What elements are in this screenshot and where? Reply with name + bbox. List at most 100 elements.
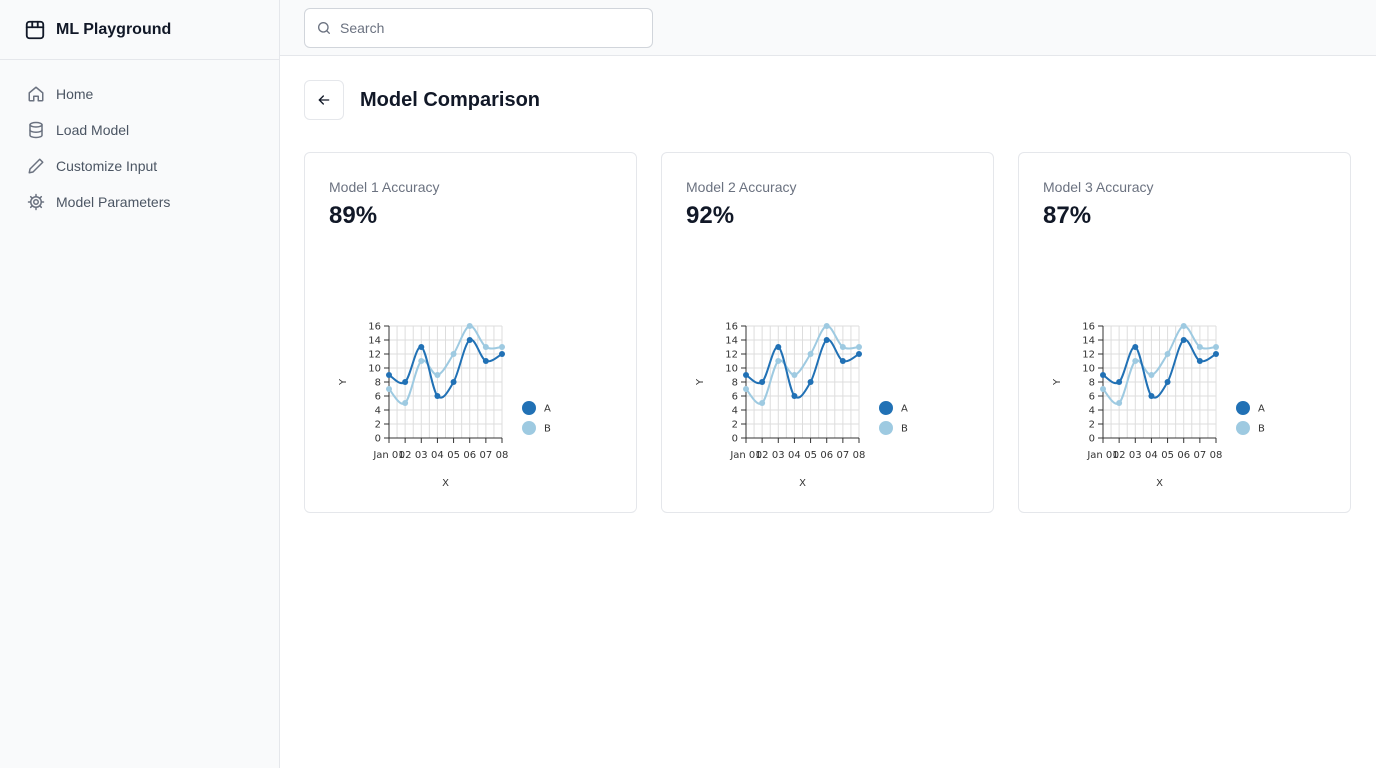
sidebar-item-home[interactable]: Home: [0, 76, 279, 112]
x-tick-label: 07: [479, 450, 492, 461]
back-button[interactable]: [304, 80, 344, 120]
x-tick-label: 06: [463, 450, 476, 461]
search-box[interactable]: [304, 8, 653, 48]
sidebar-item-customize-input[interactable]: Customize Input: [0, 148, 279, 184]
data-point-B: [1116, 400, 1123, 406]
card-label: Model 3 Accuracy: [1043, 179, 1154, 195]
sidebar-item-label: Load Model: [56, 122, 130, 138]
data-point-B: [402, 400, 409, 406]
y-tick-label: 4: [375, 406, 381, 417]
card-value: 87%: [1043, 202, 1092, 229]
data-point-B: [823, 323, 830, 329]
database-icon: [27, 121, 45, 139]
y-axis-label: Y: [695, 378, 706, 386]
data-point-A: [1180, 337, 1187, 343]
legend-swatch-A: [1236, 401, 1250, 415]
data-point-B: [434, 372, 441, 378]
data-point-A: [856, 351, 862, 357]
brand[interactable]: ML Playground: [0, 0, 279, 60]
data-point-B: [1180, 323, 1187, 329]
x-tick-label: 08: [1210, 450, 1223, 461]
package-icon: [24, 19, 46, 41]
arrow-left-icon: [316, 92, 332, 108]
model-card-3: Model 3 Accuracy 87% 0 2 4 6 8 10 12 14 16 Jan 01…: [1018, 152, 1351, 513]
data-point-B: [743, 386, 749, 392]
x-tick-label: 08: [496, 450, 509, 461]
x-axis-label: X: [442, 478, 449, 489]
x-tick-label: 05: [1161, 450, 1174, 461]
gear-icon: [27, 193, 45, 211]
y-tick-label: 16: [368, 322, 381, 333]
sidebar-item-label: Home: [56, 86, 94, 102]
data-point-B: [1132, 358, 1139, 364]
y-tick-label: 14: [725, 336, 738, 347]
data-point-B: [775, 358, 782, 364]
y-tick-label: 12: [368, 350, 381, 361]
legend-swatch-A: [522, 401, 536, 415]
data-point-A: [1213, 351, 1219, 357]
data-point-A: [434, 393, 441, 399]
data-point-A: [402, 379, 409, 385]
x-axis-label: X: [1156, 478, 1163, 489]
y-axis-label: Y: [1052, 378, 1063, 386]
x-tick-label: 06: [1177, 450, 1190, 461]
y-tick-label: 8: [732, 378, 738, 389]
data-point-B: [1164, 351, 1171, 357]
sidebar-item-load-model[interactable]: Load Model: [0, 112, 279, 148]
data-point-A: [1100, 372, 1106, 378]
y-tick-label: 0: [732, 434, 738, 445]
model-card-1: Model 1 Accuracy 89% 0 2 4 6 8 10 12 14 16 Jan 01…: [304, 152, 637, 513]
data-point-A: [775, 344, 782, 350]
x-tick-label: 04: [788, 450, 801, 461]
x-tick-label: 04: [431, 450, 444, 461]
x-tick-label: 05: [804, 450, 817, 461]
x-tick-label: 03: [772, 450, 785, 461]
y-tick-label: 2: [1089, 420, 1095, 431]
pencil-icon: [27, 157, 45, 175]
y-tick-label: 0: [1089, 434, 1095, 445]
y-tick-label: 6: [732, 392, 738, 403]
data-point-B: [482, 344, 489, 350]
data-point-B: [450, 351, 457, 357]
sidebar-item-label: Customize Input: [56, 158, 158, 174]
legend-swatch-B: [1236, 421, 1250, 435]
x-tick-label: 02: [756, 450, 769, 461]
y-tick-label: 16: [1082, 322, 1095, 333]
legend-swatch-B: [879, 421, 893, 435]
sidebar-item-model-parameters[interactable]: Model Parameters: [0, 184, 279, 220]
data-point-A: [1196, 358, 1203, 364]
data-point-B: [499, 344, 505, 350]
y-tick-label: 14: [1082, 336, 1095, 347]
data-point-B: [386, 386, 392, 392]
legend-label-A: A: [544, 404, 551, 415]
y-tick-label: 2: [375, 420, 381, 431]
accuracy-chart-3: 0246810121416Jan 0102 03 04 05 06 07 08XYAB: [1052, 322, 1265, 490]
data-point-B: [759, 400, 766, 406]
home-icon: [27, 85, 45, 103]
accuracy-chart-2: 0246810121416Jan 0102 03 04 05 06 07 08XYAB: [695, 322, 908, 490]
data-point-B: [1196, 344, 1203, 350]
accuracy-chart-1: 0246810121416Jan 0102 03 04 05 06 07 08XYAB: [338, 322, 551, 490]
y-tick-label: 6: [1089, 392, 1095, 403]
legend-label-B: B: [544, 424, 551, 435]
y-axis-label: Y: [338, 378, 349, 386]
data-point-B: [856, 344, 862, 350]
x-tick-label: 03: [1129, 450, 1142, 461]
data-point-B: [791, 372, 798, 378]
y-tick-label: 4: [732, 406, 738, 417]
data-point-B: [1213, 344, 1219, 350]
sidebar-nav: Home Load Model Customize Input Model Pa…: [0, 60, 279, 220]
x-axis-label: X: [799, 478, 806, 489]
data-point-A: [1116, 379, 1123, 385]
data-point-B: [807, 351, 814, 357]
x-tick-label: 03: [415, 450, 428, 461]
search-input[interactable]: [340, 20, 630, 36]
x-tick-label: 08: [853, 450, 866, 461]
x-tick-label: 06: [820, 450, 833, 461]
y-tick-label: 16: [725, 322, 738, 333]
page-title: Model Comparison: [360, 88, 541, 111]
x-tick-label: 05: [447, 450, 460, 461]
data-point-B: [466, 323, 473, 329]
data-point-A: [418, 344, 425, 350]
y-tick-label: 10: [368, 364, 381, 375]
